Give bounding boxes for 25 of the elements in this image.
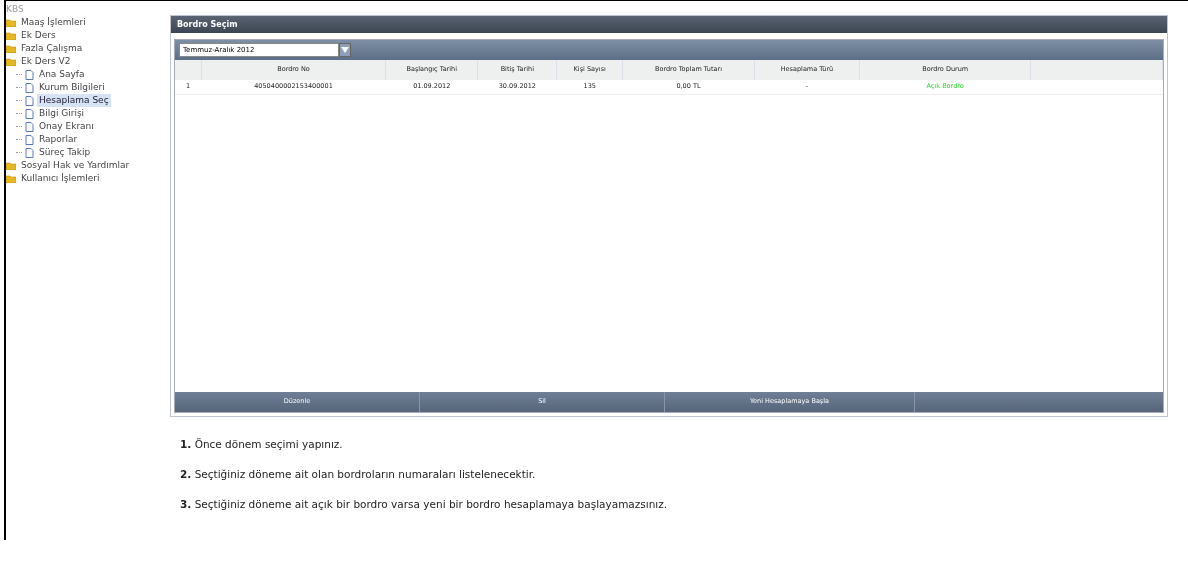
tree-item[interactable]: Onay Ekranı xyxy=(37,119,96,134)
tree-item[interactable]: Ek Ders xyxy=(19,28,58,43)
panel-title: Bordro Seçim xyxy=(171,16,1167,33)
instruction-text: 3. Seçtiğiniz döneme ait açık bir bordro varsa yeni bir bordro hesaplamaya başlayamazsınız. xyxy=(180,496,669,512)
page-icon xyxy=(25,82,34,93)
tree-item[interactable]: Hesaplama Seç xyxy=(37,93,111,108)
tree-item[interactable]: Süreç Takip xyxy=(37,145,93,160)
tree-item[interactable]: Sosyal Hak ve Yardımlar xyxy=(19,158,132,173)
instruction-text: 1. Önce dönem seçimi yapınız. xyxy=(180,437,344,452)
page-icon xyxy=(25,134,34,145)
tree-item[interactable]: Kullanıcı İşlemleri xyxy=(19,171,102,186)
instruction-text: 2. Seçtiğiniz döneme ait olan bordroların numaraları listelenecektir. xyxy=(180,466,537,482)
tree-item[interactable]: Maaş İşlemleri xyxy=(19,15,88,30)
app-title: KBS xyxy=(6,3,25,16)
tree-item[interactable]: Bilgi Girişi xyxy=(37,106,87,121)
tree-item[interactable]: Raporlar xyxy=(37,132,80,147)
page-icon xyxy=(25,108,34,119)
tree-item[interactable]: Kurum Bilgileri xyxy=(37,80,107,95)
tree-item[interactable]: Ek Ders V2 xyxy=(19,54,73,69)
page-icon xyxy=(25,95,34,106)
tree-item[interactable]: Fazla Çalışma xyxy=(19,41,85,56)
page-icon xyxy=(25,69,34,80)
page-icon xyxy=(25,147,34,158)
page-icon xyxy=(25,121,34,132)
tree-item[interactable]: Ana Sayfa xyxy=(37,67,87,82)
